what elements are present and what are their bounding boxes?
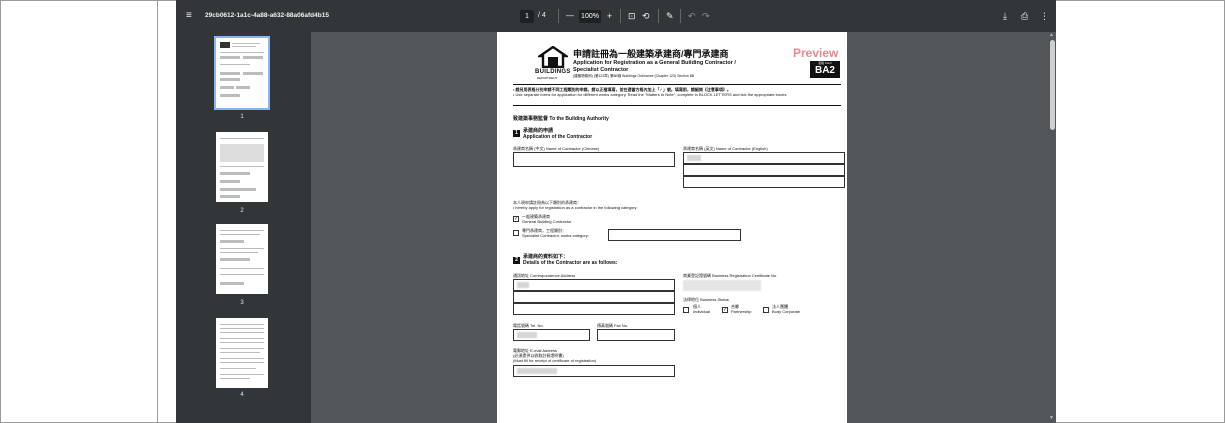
document-view: BUILDINGS DEPARTMENT 申請註冊為一般建築承建商/專門承建商 … xyxy=(311,32,1056,423)
thumbnail-label: 2 xyxy=(240,208,244,214)
pdf-viewer: ≡ 29cb0612-1a1c-4a88-a632-88a06afd4b15 1… xyxy=(176,0,1056,423)
rotate-icon[interactable]: ⟲ xyxy=(642,0,650,32)
divider xyxy=(680,9,681,23)
status-opt2-en: Partnership xyxy=(731,309,752,314)
ordinance-ref: (建築物條例) (第123章) 第8B條 Buildings Ordinance… xyxy=(573,74,694,78)
file-name: 29cb0612-1a1c-4a88-a632-88a06afd4b15 xyxy=(205,12,329,19)
pdf-page: BUILDINGS DEPARTMENT 申請註冊為一般建築承建商/專門承建商 … xyxy=(497,32,847,423)
section-number: 1 xyxy=(513,130,520,137)
to-building-authority: 致建築事務監督 To the Building Authority xyxy=(513,116,609,122)
address-field-2[interactable] xyxy=(513,291,675,303)
column-divider-left xyxy=(157,0,158,423)
zoom-input[interactable]: 100% xyxy=(579,10,601,23)
body-corporate-checkbox[interactable] xyxy=(763,307,769,313)
download-icon[interactable]: ⤓ xyxy=(1003,0,1007,32)
section-1-title-en: Application of the Contractor xyxy=(523,134,593,140)
screenshot-frame: ≡ 29cb0612-1a1c-4a88-a632-88a06afd4b15 1… xyxy=(0,0,1225,423)
thumbnail-page-2[interactable] xyxy=(216,132,268,202)
fax-field[interactable] xyxy=(597,329,675,341)
hamburger-icon[interactable]: ≡ xyxy=(186,0,192,32)
redo-icon[interactable]: ↷ xyxy=(702,0,710,32)
title-english-2: Specialist Contractor xyxy=(573,67,629,73)
divider xyxy=(513,105,841,106)
print-icon[interactable]: ⎙ xyxy=(1021,0,1028,32)
redacted-text xyxy=(687,155,701,161)
thumbnail-label: 4 xyxy=(240,392,244,398)
section-number: 2 xyxy=(513,257,520,264)
address-field-3[interactable] xyxy=(513,303,675,315)
name-chinese-label: 承建商名稱 (中文) Name of Contractor (Chinese) xyxy=(513,146,600,151)
fit-page-icon[interactable]: ⊡ xyxy=(628,0,636,32)
status-opt3-en: Body Corporate xyxy=(772,309,801,314)
thumbnail-label: 3 xyxy=(240,300,244,306)
status-label: 法律地位 Business Status xyxy=(683,297,729,302)
individual-checkbox[interactable] xyxy=(683,307,689,313)
address-label: 通訊地址 Correspondence Address xyxy=(513,273,576,278)
status-opt1-en: Individual xyxy=(693,309,710,314)
option-2-en: Specialist Contractor, works category: xyxy=(522,233,589,238)
note-english: • Use separate forms for application for… xyxy=(513,92,788,97)
apply-text-en: I hereby apply for registration as a con… xyxy=(513,205,638,210)
buildings-department-logo xyxy=(536,45,570,69)
left-border xyxy=(0,0,1,423)
draw-icon[interactable]: ✎ xyxy=(666,0,674,32)
thumbnail-page-1[interactable] xyxy=(214,36,270,110)
name-english-field-1[interactable] xyxy=(683,152,845,164)
redacted-text xyxy=(517,368,557,374)
section-2-title-en: Details of the Contractor are as follows… xyxy=(523,260,618,266)
thumbnail-page-3[interactable] xyxy=(216,224,268,294)
fax-label: 傳真號碼 Fax No. xyxy=(597,323,629,328)
divider xyxy=(513,84,841,85)
tel-label: 電話號碼 Tel. No. xyxy=(513,323,544,328)
preview-watermark: Preview xyxy=(793,46,839,60)
works-category-field[interactable] xyxy=(608,229,741,241)
name-chinese-field[interactable] xyxy=(513,152,675,167)
partnership-checkbox[interactable]: ✓ xyxy=(722,307,728,313)
form-code-badge: 表格 Form BA2 xyxy=(810,61,840,78)
redacted-text xyxy=(517,332,537,338)
page-number-input[interactable]: 1 xyxy=(520,10,534,23)
thumbnail-label: 1 xyxy=(240,114,244,120)
zoom-out-button[interactable]: — xyxy=(566,0,574,32)
option-1-en: General Building Contractor xyxy=(522,219,572,224)
title-chinese: 申請註冊為一般建築承建商/專門承建商 xyxy=(573,49,729,59)
divider xyxy=(658,9,659,23)
name-english-label: 承建商名稱 (英文) Name of Contractor (English) xyxy=(683,146,768,151)
thumbnail-sidebar: 1 2 3 4 xyxy=(176,32,311,423)
redacted-text xyxy=(517,282,529,288)
email-label-en-note: (Must fill for receipt of certificate of… xyxy=(513,358,597,363)
more-options-icon[interactable]: ⋮ xyxy=(1040,0,1049,32)
name-english-field-3[interactable] xyxy=(683,176,845,188)
brc-label: 商業登記證號碼 Business Registration Certificat… xyxy=(683,273,778,278)
scrollbar-thumb[interactable] xyxy=(1050,40,1055,130)
pdf-toolbar: ≡ 29cb0612-1a1c-4a88-a632-88a06afd4b15 1… xyxy=(176,0,1056,32)
thumbnail-page-4[interactable] xyxy=(216,318,268,388)
name-english-field-2[interactable] xyxy=(683,164,845,176)
page-total: / 4 xyxy=(538,12,546,19)
address-field-1[interactable] xyxy=(513,279,675,291)
general-contractor-checkbox[interactable]: ✓ xyxy=(513,216,519,222)
title-english-1: Application for Registration as a Genera… xyxy=(573,60,736,66)
logo-text: BUILDINGS xyxy=(535,69,571,75)
divider xyxy=(620,9,621,23)
zoom-in-button[interactable]: + xyxy=(607,0,612,32)
undo-icon[interactable]: ↶ xyxy=(688,0,696,32)
specialist-contractor-checkbox[interactable] xyxy=(513,230,519,236)
logo-subtext: DEPARTMENT xyxy=(537,76,558,80)
form-code: BA2 xyxy=(814,65,835,76)
divider xyxy=(558,9,559,23)
redacted-brc xyxy=(683,280,761,291)
